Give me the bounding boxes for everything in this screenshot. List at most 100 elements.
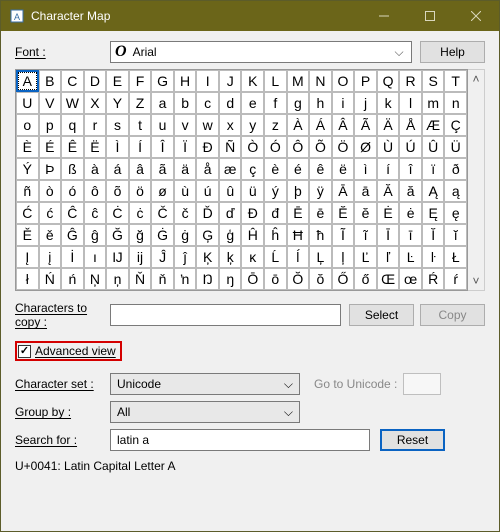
character-cell[interactable]: ĳ — [129, 246, 152, 268]
character-cell[interactable]: y — [241, 114, 264, 136]
character-cell[interactable]: ņ — [106, 268, 129, 290]
character-cell[interactable]: Ć — [16, 202, 39, 224]
character-cell[interactable]: c — [196, 92, 219, 114]
character-cell[interactable]: ą — [444, 180, 467, 202]
character-cell[interactable]: ċ — [129, 202, 152, 224]
character-cell[interactable]: ı — [84, 246, 107, 268]
character-cell[interactable]: ŋ — [219, 268, 242, 290]
character-cell[interactable]: Ĝ — [61, 224, 84, 246]
character-cell[interactable]: ú — [196, 180, 219, 202]
character-cell[interactable]: ð — [444, 158, 467, 180]
character-cell[interactable]: ē — [309, 202, 332, 224]
character-cell[interactable]: Ä — [377, 114, 400, 136]
character-cell[interactable]: Ħ — [287, 224, 310, 246]
character-cell[interactable]: Ù — [377, 136, 400, 158]
character-cell[interactable]: ĭ — [444, 224, 467, 246]
character-cell[interactable]: Ě — [16, 224, 39, 246]
advanced-view-checkbox[interactable] — [18, 345, 31, 358]
character-cell[interactable]: ğ — [129, 224, 152, 246]
character-cell[interactable]: Ô — [287, 136, 310, 158]
character-cell[interactable]: ġ — [174, 224, 197, 246]
character-cell[interactable]: Ĩ — [332, 224, 355, 246]
character-cell[interactable]: Ð — [196, 136, 219, 158]
character-cell[interactable]: O — [332, 70, 355, 92]
character-cell[interactable]: Ë — [84, 136, 107, 158]
character-cell[interactable]: Ő — [332, 268, 355, 290]
character-cell[interactable]: ŉ — [174, 268, 197, 290]
character-cell[interactable]: Q — [377, 70, 400, 92]
character-cell[interactable]: Ê — [61, 136, 84, 158]
character-cell[interactable]: ę — [444, 202, 467, 224]
character-cell[interactable]: w — [196, 114, 219, 136]
character-cell[interactable]: L — [264, 70, 287, 92]
character-cell[interactable]: Û — [422, 136, 445, 158]
character-cell[interactable]: Ā — [332, 180, 355, 202]
character-cell[interactable]: Þ — [39, 158, 62, 180]
character-cell[interactable]: X — [84, 92, 107, 114]
character-cell[interactable]: ì — [354, 158, 377, 180]
character-cell[interactable]: l — [399, 92, 422, 114]
character-cell[interactable]: r — [84, 114, 107, 136]
character-cell[interactable]: j — [354, 92, 377, 114]
character-cell[interactable]: g — [287, 92, 310, 114]
character-cell[interactable]: ÿ — [309, 180, 332, 202]
font-dropdown[interactable]: O Arial ⌵ — [110, 41, 412, 63]
character-cell[interactable]: Ŀ — [399, 246, 422, 268]
character-cell[interactable]: Ŕ — [422, 268, 445, 290]
character-cell[interactable]: Í — [129, 136, 152, 158]
search-input[interactable] — [110, 429, 370, 451]
character-cell[interactable]: Á — [309, 114, 332, 136]
character-cell[interactable]: Č — [151, 202, 174, 224]
character-cell[interactable]: D — [84, 70, 107, 92]
character-cell[interactable]: ă — [399, 180, 422, 202]
character-cell[interactable]: ć — [39, 202, 62, 224]
character-cell[interactable]: Ý — [16, 158, 39, 180]
character-cell[interactable]: ĩ — [354, 224, 377, 246]
character-cell[interactable]: İ — [61, 246, 84, 268]
character-cell[interactable]: ĸ — [241, 246, 264, 268]
charset-dropdown[interactable]: Unicode ⌵ — [110, 373, 300, 395]
character-cell[interactable]: V — [39, 92, 62, 114]
character-cell[interactable]: æ — [219, 158, 242, 180]
character-cell[interactable]: ā — [354, 180, 377, 202]
character-cell[interactable]: œ — [399, 268, 422, 290]
character-cell[interactable]: í — [377, 158, 400, 180]
character-cell[interactable]: þ — [287, 180, 310, 202]
close-button[interactable] — [453, 1, 499, 31]
character-cell[interactable]: Ń — [39, 268, 62, 290]
character-cell[interactable]: į — [39, 246, 62, 268]
character-cell[interactable]: ä — [174, 158, 197, 180]
character-cell[interactable]: ù — [174, 180, 197, 202]
character-cell[interactable]: õ — [106, 180, 129, 202]
character-cell[interactable]: P — [354, 70, 377, 92]
character-cell[interactable]: E — [106, 70, 129, 92]
character-cell[interactable]: Ñ — [219, 136, 242, 158]
character-cell[interactable]: ã — [151, 158, 174, 180]
character-cell[interactable]: ō — [264, 268, 287, 290]
character-cell[interactable]: é — [287, 158, 310, 180]
character-cell[interactable]: h — [309, 92, 332, 114]
character-cell[interactable]: â — [129, 158, 152, 180]
character-cell[interactable]: M — [287, 70, 310, 92]
character-cell[interactable]: ŕ — [444, 268, 467, 290]
character-cell[interactable]: p — [39, 114, 62, 136]
character-cell[interactable]: å — [196, 158, 219, 180]
scroll-up-icon[interactable]: ˄ — [472, 72, 479, 86]
character-cell[interactable]: Ĉ — [61, 202, 84, 224]
character-cell[interactable]: Ļ — [309, 246, 332, 268]
copy-button[interactable]: Copy — [420, 304, 485, 326]
character-cell[interactable]: ñ — [16, 180, 39, 202]
character-cell[interactable]: ń — [61, 268, 84, 290]
character-cell[interactable]: m — [422, 92, 445, 114]
character-cell[interactable]: ŏ — [309, 268, 332, 290]
character-cell[interactable]: S — [422, 70, 445, 92]
character-cell[interactable]: ĉ — [84, 202, 107, 224]
character-cell[interactable]: î — [399, 158, 422, 180]
character-cell[interactable]: Ú — [399, 136, 422, 158]
chars-to-copy-input[interactable] — [110, 304, 341, 326]
character-cell[interactable]: Ï — [174, 136, 197, 158]
groupby-dropdown[interactable]: All ⌵ — [110, 401, 300, 423]
character-cell[interactable]: Õ — [309, 136, 332, 158]
character-cell[interactable]: e — [241, 92, 264, 114]
character-cell[interactable]: Ì — [106, 136, 129, 158]
